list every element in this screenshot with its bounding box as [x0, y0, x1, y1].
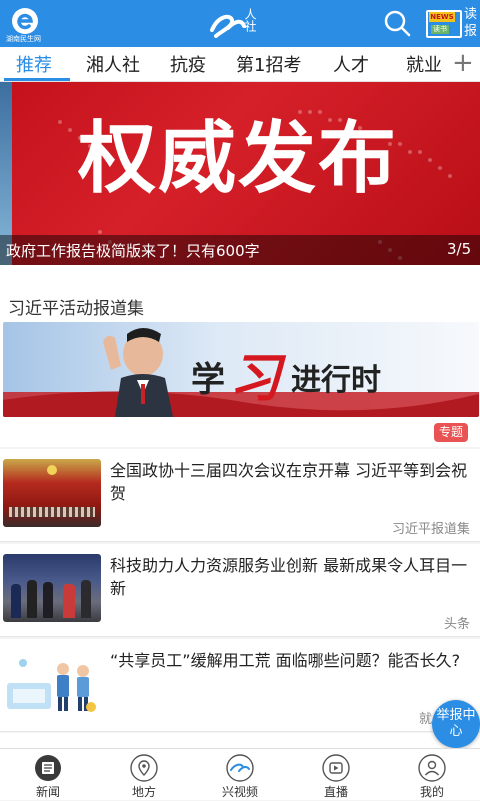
tab-exam[interactable]: 第1招考 [236, 51, 301, 77]
special-topic-banner[interactable]: 学 习 进行时 [3, 322, 479, 417]
news-title: 科技助力人力资源服务业创新 最新成果令人耳目一新 [110, 556, 468, 598]
banner-caption[interactable]: 政府工作报告极简版来了！只有600字 [6, 240, 260, 261]
location-icon [130, 754, 158, 782]
banner-headline: 权威发布 [78, 114, 399, 204]
report-label-line2: 心 [449, 724, 463, 739]
nav-profile[interactable]: 我的 [384, 749, 480, 801]
nav-live[interactable]: 直播 [288, 749, 384, 801]
brand-logo: 人社 [208, 6, 270, 40]
news-thumbnail [3, 459, 101, 527]
special-banner-text-3: 进行时 [291, 363, 381, 398]
topic-tag-badge: 专题 [434, 423, 468, 442]
news-thumbnail [3, 554, 101, 622]
brand-mark-icon [210, 14, 246, 38]
active-tab-indicator [4, 78, 70, 81]
tab-talent[interactable]: 人才 [333, 51, 369, 77]
news-item-1[interactable]: 全国政协十三届四次会议在京开幕 习近平等到会祝贺 习近平报道集 [0, 449, 480, 542]
tab-xiangrenshe[interactable]: 湘人社 [86, 51, 140, 77]
tab-recommend[interactable]: 推荐 [16, 51, 52, 77]
video-icon [226, 754, 254, 782]
channel-tabs: 推荐 湘人社 抗疫 第1招考 人才 就业 + [0, 47, 480, 82]
news-source: 就 [418, 712, 432, 727]
news-thumbnail [3, 649, 101, 717]
tab-anti-epidemic[interactable]: 抗疫 [170, 51, 206, 77]
nav-label: 新闻 [35, 785, 60, 799]
news-icon [35, 755, 61, 781]
slide-counter: 3/5 [447, 240, 472, 258]
special-banner-text-1: 学 [191, 360, 225, 400]
app-header: 湖南民生网 人社 NEWS 读书 读 报 [0, 0, 480, 47]
search-icon[interactable] [383, 9, 411, 37]
nav-label: 地方 [131, 785, 156, 799]
bottom-navigation: 新闻 地方 兴视频 直播 我的 [0, 748, 480, 800]
news-source: 头条 [443, 617, 470, 632]
shared-staff-illustration [7, 659, 96, 712]
special-banner-text-2: 习 [229, 349, 282, 409]
news-sub-label: 读书 [431, 25, 449, 34]
nav-local[interactable]: 地方 [96, 749, 192, 801]
nav-label: 兴视频 [221, 785, 258, 799]
news-source: 习近平报道集 [391, 522, 470, 537]
section-title[interactable]: 习近平活动报道集 [8, 294, 144, 319]
nav-label: 直播 [323, 785, 348, 799]
add-channel-icon[interactable]: + [452, 48, 474, 78]
report-label-line1: 举报中 [436, 708, 476, 723]
read-label-bottom: 报 [464, 24, 478, 39]
live-icon [322, 754, 350, 782]
profile-icon [418, 754, 446, 782]
news-item-3[interactable]: “共享员工”缓解用工荒 面临哪些问题？能否长久? 就 [0, 639, 480, 732]
nav-video[interactable]: 兴视频 [192, 749, 288, 801]
news-title: 全国政协十三届四次会议在京开幕 习近平等到会祝贺 [110, 461, 468, 503]
brand-text: 人社 [243, 8, 257, 32]
logo-subtitle: 湖南民生网 [6, 35, 41, 43]
nav-news[interactable]: 新闻 [0, 749, 96, 801]
report-center-button[interactable]: 举报中 心 [432, 700, 480, 748]
read-label-top: 读 [464, 7, 478, 22]
nav-label: 我的 [419, 785, 444, 799]
tab-employment[interactable]: 就业 [406, 51, 442, 77]
read-paper-button[interactable]: NEWS 读书 读 报 [426, 6, 478, 42]
news-badge: NEWS [429, 12, 455, 22]
news-item-2[interactable]: 科技助力人力资源服务业创新 最新成果令人耳目一新 头条 [0, 544, 480, 637]
news-title: “共享员工”缓解用工荒 面临哪些问题？能否长久? [110, 651, 461, 670]
next-item-peek [0, 733, 480, 748]
